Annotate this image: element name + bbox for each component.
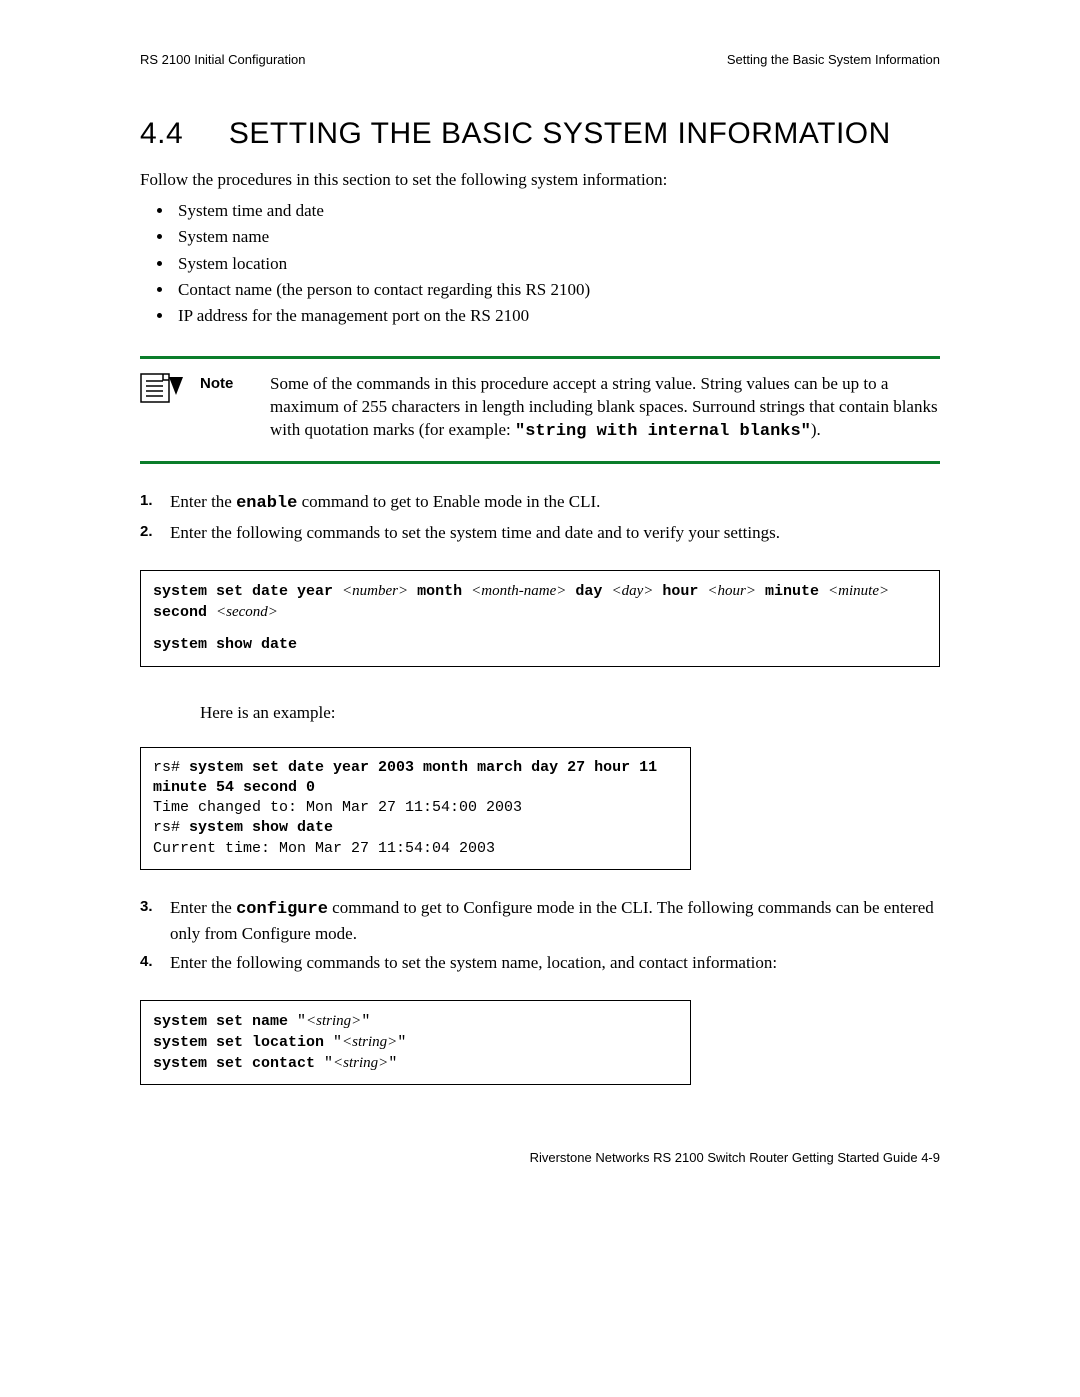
cb3-l1-q1: " [288, 1013, 306, 1030]
procedure-steps-b: Enter the configure command to get to Co… [140, 896, 940, 976]
command-syntax-box-2: system set name "<string>" system set lo… [140, 1000, 691, 1086]
footer-text: Riverstone Networks RS 2100 Switch Route… [530, 1150, 940, 1165]
cb2-line4: Current time: Mon Mar 27 11:54:04 2003 [153, 839, 678, 859]
cb1-p2: <month-name> [471, 583, 566, 599]
page-footer: Riverstone Networks RS 2100 Switch Route… [140, 1150, 940, 1165]
cb1-k6: second [153, 604, 207, 621]
step1-command: enable [236, 494, 297, 513]
cb2-l3-prompt: rs# [153, 819, 189, 836]
example-output-box: rs# system set date year 2003 month marc… [140, 747, 691, 870]
cb3-l2-str: <string> [342, 1034, 397, 1050]
running-header: RS 2100 Initial Configuration Setting th… [140, 52, 940, 67]
cb3-l3-str: <string> [333, 1055, 388, 1071]
header-right: Setting the Basic System Information [727, 52, 940, 67]
section-number: 4.4 [140, 117, 220, 151]
cb3-line3: system set contact "<string>" [153, 1053, 678, 1074]
intro-text: Follow the procedures in this section to… [140, 169, 940, 192]
cb1-k5: minute [765, 583, 819, 600]
bullet-item: System time and date [174, 198, 940, 224]
note-callout: Note Some of the commands in this proced… [140, 356, 940, 465]
section-title: SETTING THE BASIC SYSTEM INFORMATION [229, 117, 891, 150]
command-syntax-box-1: system set date year <number> month <mon… [140, 570, 940, 667]
cb3-line1: system set name "<string>" [153, 1011, 678, 1032]
cb3-l2-q2: " [397, 1034, 406, 1051]
note-icon [140, 373, 184, 413]
note-icon-column [140, 373, 200, 444]
step3-command: configure [236, 900, 328, 919]
cb2-l1-cmd: system set date year 2003 month march da… [153, 759, 657, 796]
note-text: Some of the commands in this procedure a… [270, 373, 940, 444]
procedure-steps-a: Enter the enable command to get to Enabl… [140, 490, 940, 545]
cb2-line2: Time changed to: Mon Mar 27 11:54:00 200… [153, 798, 678, 818]
step-4: Enter the following commands to set the … [170, 951, 940, 976]
example-label: Here is an example: [200, 703, 940, 723]
cb3-line2: system set location "<string>" [153, 1032, 678, 1053]
cb2-line3: rs# system show date [153, 818, 678, 838]
cb3-l1-str: <string> [306, 1013, 361, 1029]
cb1-k3: day [575, 583, 602, 600]
cb3-l2-q1: " [324, 1034, 342, 1051]
note-text-post: ). [811, 420, 821, 439]
cb3-l2-cmd: system set location [153, 1034, 324, 1051]
step3-pre: Enter the [170, 898, 236, 917]
cb1-p5: <minute> [828, 583, 889, 599]
note-code-example: "string with internal blanks" [515, 422, 811, 441]
step4-text: Enter the following commands to set the … [170, 953, 777, 972]
page-content: RS 2100 Initial Configuration Setting th… [140, 52, 940, 1085]
cb1-p1: <number> [342, 583, 408, 599]
bullet-item: IP address for the management port on th… [174, 303, 940, 329]
bullet-item: System name [174, 224, 940, 250]
step1-pre: Enter the [170, 492, 236, 511]
info-bullet-list: System time and date System name System … [140, 198, 940, 330]
cb1-k1: system set date year [153, 583, 333, 600]
cb1-k4: hour [662, 583, 698, 600]
note-label: Note [200, 373, 270, 444]
cb1-k2: month [417, 583, 462, 600]
bullet-item: Contact name (the person to contact rega… [174, 277, 940, 303]
cb2-l3-cmd: system show date [189, 819, 333, 836]
cb1-p3: <day> [611, 583, 653, 599]
cb2-l1-prompt: rs# [153, 759, 189, 776]
cb2-line1: rs# system set date year 2003 month marc… [153, 758, 678, 799]
step-1: Enter the enable command to get to Enabl… [170, 490, 940, 517]
cb3-l3-q1: " [315, 1055, 333, 1072]
step-3: Enter the configure command to get to Co… [170, 896, 940, 947]
cb3-l3-cmd: system set contact [153, 1055, 315, 1072]
cb1-p6: <second> [216, 604, 278, 620]
cb3-l3-q2: " [388, 1055, 397, 1072]
section-heading: 4.4 SETTING THE BASIC SYSTEM INFORMATION [140, 117, 940, 151]
step-2: Enter the following commands to set the … [170, 521, 940, 546]
step1-post: command to get to Enable mode in the CLI… [297, 492, 600, 511]
cb3-l1-cmd: system set name [153, 1013, 288, 1030]
step2-text: Enter the following commands to set the … [170, 523, 780, 542]
header-left: RS 2100 Initial Configuration [140, 52, 306, 67]
cb1-line2: system show date [153, 636, 297, 653]
cb1-p4: <hour> [707, 583, 756, 599]
bullet-item: System location [174, 251, 940, 277]
cb3-l1-q2: " [361, 1013, 370, 1030]
